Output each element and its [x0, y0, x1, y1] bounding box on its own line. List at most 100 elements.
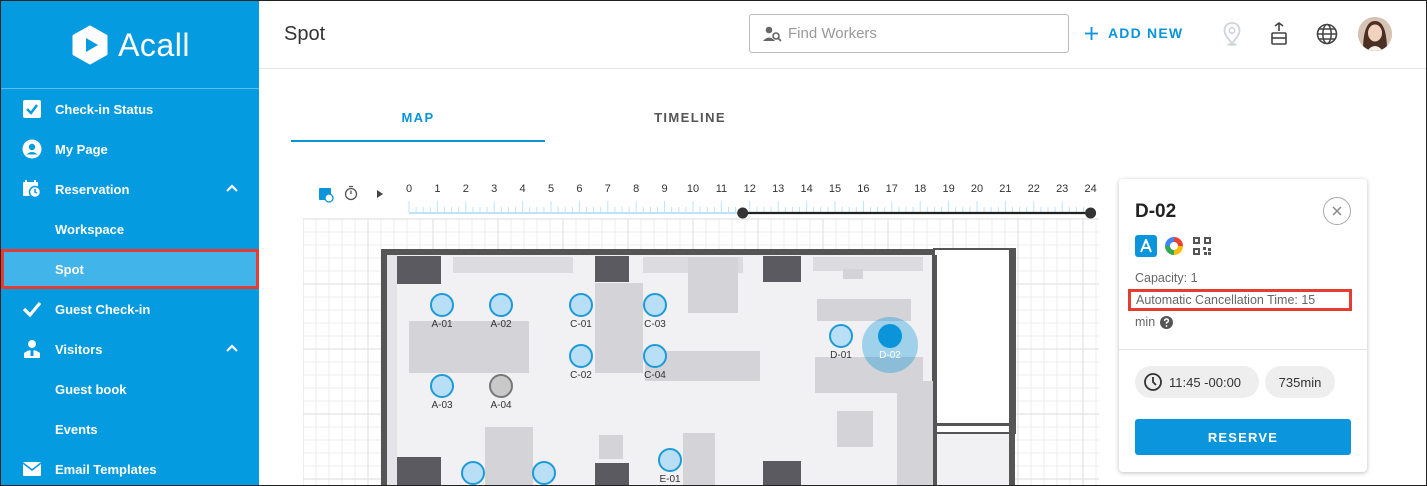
- calendar-schedule-icon[interactable]: [319, 188, 334, 203]
- language-button[interactable]: [1314, 21, 1340, 47]
- sidebar-item-visitors[interactable]: Visitors: [1, 329, 259, 369]
- sidebar-item-my-page[interactable]: My Page: [1, 129, 259, 169]
- search-workers-icon: [763, 26, 782, 42]
- sidebar-item-reservation[interactable]: Reservation: [1, 169, 259, 209]
- hour-tick-label: 17: [886, 183, 898, 195]
- search-input[interactable]: [788, 25, 1058, 42]
- view-tabs: MAP TIMELINE: [291, 96, 799, 142]
- hour-tick-label: 3: [491, 183, 497, 195]
- location-button[interactable]: [1219, 21, 1245, 47]
- sidebar-item-guest-book[interactable]: Guest book: [1, 369, 259, 409]
- sidebar-item-label: Email Templates: [55, 461, 157, 477]
- spot-label: D-01: [830, 350, 852, 361]
- hour-tick-label: 8: [633, 183, 639, 195]
- play-icon[interactable]: [377, 190, 383, 198]
- sidebar-item-label: Guest Check-in: [55, 301, 151, 317]
- hour-tick-label: 15: [829, 183, 841, 195]
- checkout-icon: [1271, 22, 1287, 45]
- start-time-chip[interactable]: 11:45 -00:00: [1135, 366, 1259, 398]
- duration-chip[interactable]: 735min: [1265, 366, 1335, 398]
- hour-tick-label: 24: [1084, 183, 1096, 195]
- user-circle-icon: [22, 139, 42, 159]
- sidebar-item-email-templates[interactable]: Email Templates: [1, 449, 259, 485]
- sidebar-item-spot[interactable]: Spot: [1, 249, 259, 289]
- spot-a-03[interactable]: [430, 374, 454, 398]
- brand-logo[interactable]: Acall: [1, 1, 259, 89]
- spot-label: A-04: [490, 400, 512, 411]
- spot-label: C-02: [570, 370, 592, 381]
- spot-c-01[interactable]: [569, 293, 593, 317]
- spot-c-02[interactable]: [569, 344, 593, 368]
- hour-tick-label: 10: [687, 183, 699, 195]
- sidebar-item-guest-check-in[interactable]: Guest Check-in: [1, 289, 259, 329]
- spot-d-01[interactable]: [829, 324, 853, 348]
- acall-logo-icon: [72, 25, 108, 64]
- qr-code-icon: [1191, 235, 1213, 257]
- hour-tick-label: 6: [576, 183, 582, 195]
- main-content: Spot ADD NEW MAP TIMEL: [259, 1, 1426, 485]
- spot-c-04[interactable]: [643, 344, 667, 368]
- spot-e-01[interactable]: [658, 448, 682, 472]
- tab-map[interactable]: MAP: [291, 96, 545, 142]
- timeline-start-handle[interactable]: [737, 207, 749, 219]
- spot-label: A-02: [490, 319, 512, 330]
- checkout-button[interactable]: [1266, 21, 1292, 47]
- globe-icon: [1316, 23, 1338, 45]
- sidebar-item-workspace[interactable]: Workspace: [1, 209, 259, 249]
- hour-tick-label: 12: [744, 183, 756, 195]
- hour-tick-label: 13: [772, 183, 784, 195]
- sidebar-item-label: My Page: [55, 141, 108, 157]
- sidebar-item-label: Events: [55, 421, 98, 437]
- timeline-ruler[interactable]: 0 1 2 3 4 5 6 7 8 9 10 11 12 13 14 15 16 17 18 19 20 21 22 23 24: [406, 183, 1097, 214]
- spot-c-03[interactable]: [643, 293, 667, 317]
- spot-title: D-02: [1135, 201, 1177, 222]
- tab-timeline[interactable]: TIMELINE: [563, 96, 817, 142]
- spot-a-02[interactable]: [489, 293, 513, 317]
- spot-label: C-04: [644, 370, 666, 381]
- hour-tick-label: 2: [463, 183, 469, 195]
- timeline-end-handle[interactable]: [1085, 207, 1097, 219]
- close-icon: [1332, 206, 1342, 216]
- avatar[interactable]: [1358, 17, 1392, 51]
- hour-tick-label: 18: [914, 183, 926, 195]
- sidebar-item-check-in-status[interactable]: Check-in Status: [1, 89, 259, 129]
- spot-marker[interactable]: [532, 461, 556, 485]
- spot-label: A-01: [431, 319, 453, 330]
- sidebar-item-label: Check-in Status: [55, 101, 154, 117]
- page-title: Spot: [284, 23, 326, 45]
- spot-a-01[interactable]: [430, 293, 454, 317]
- sidebar-item-events[interactable]: Events: [1, 409, 259, 449]
- timer-icon[interactable]: [344, 185, 358, 201]
- hour-tick-label: 14: [800, 183, 812, 195]
- user-avatar-icon: [1358, 17, 1392, 51]
- duration: 735min: [1278, 374, 1322, 390]
- hour-tick-label: 19: [942, 183, 954, 195]
- spot-d-02[interactable]: [878, 324, 902, 348]
- google-calendar-icon: [1163, 235, 1185, 257]
- help-icon[interactable]: [1160, 315, 1174, 329]
- spot-label: E-01: [659, 474, 681, 485]
- close-button[interactable]: [1323, 197, 1351, 225]
- auto-cancel-unit-line: min: [1135, 315, 1174, 329]
- hour-tick-label: 23: [1056, 183, 1068, 195]
- plus-icon: [1085, 26, 1098, 40]
- sidebar-item-label: Spot: [55, 261, 84, 277]
- visitor-icon: [22, 339, 42, 359]
- location-pin-icon: [1223, 22, 1241, 46]
- spot-marker[interactable]: [461, 461, 485, 485]
- brand-name: Acall: [118, 27, 190, 63]
- hour-tick-label: 0: [406, 183, 412, 195]
- spot-label: D-02: [879, 350, 901, 361]
- reserve-button[interactable]: RESERVE: [1135, 419, 1351, 455]
- search-box[interactable]: [749, 14, 1069, 53]
- spot-label: C-01: [570, 319, 592, 330]
- calendar-clock-icon: [22, 179, 42, 199]
- capacity-text: Capacity: 1: [1135, 271, 1198, 285]
- spot-a-04[interactable]: [489, 374, 513, 398]
- add-new-button[interactable]: ADD NEW: [1085, 25, 1183, 41]
- sidebar-item-label: Guest book: [55, 381, 127, 397]
- hour-tick-label: 20: [971, 183, 983, 195]
- sidebar-nav: Check-in Status My Page Reservation Work…: [1, 89, 259, 485]
- sidebar: Acall Check-in Status My Page Reservatio…: [1, 1, 259, 485]
- floor-map: 0 1 2 3 4 5 6 7 8 9 10 11 12 13 14 15 16 17 18 19 20 21 22 23 24: [303, 183, 1099, 485]
